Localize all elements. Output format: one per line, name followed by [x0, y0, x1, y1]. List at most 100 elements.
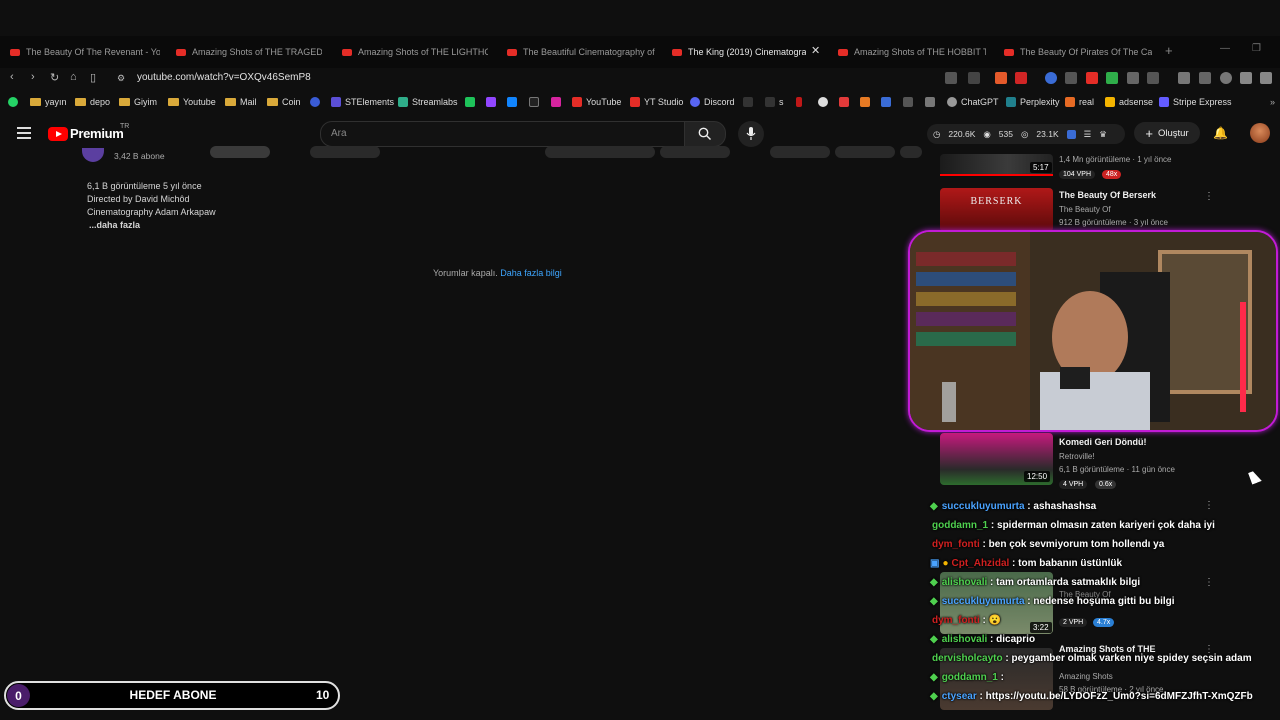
- tab-7[interactable]: The Beauty Of Pirates Of The Caribb: [1004, 42, 1152, 62]
- x-icon[interactable]: [529, 95, 539, 109]
- more-options-icon[interactable]: ⋮: [1204, 191, 1214, 202]
- download-button[interactable]: [770, 146, 830, 158]
- forward-icon[interactable]: ›: [31, 71, 35, 83]
- save-button[interactable]: [835, 146, 895, 158]
- bookmark-link[interactable]: [839, 95, 849, 109]
- bookmark-link[interactable]: s: [765, 95, 784, 109]
- bookmark-folder[interactable]: Mail: [225, 95, 257, 109]
- bookmark-link[interactable]: YT Studio: [630, 95, 683, 109]
- channel-name[interactable]: Amazing Shots: [1059, 672, 1113, 681]
- bookmark-link[interactable]: [903, 95, 913, 109]
- tab-1[interactable]: The Beauty Of The Revenant - YouTu: [10, 42, 160, 62]
- more-options-icon[interactable]: ⋮: [1204, 577, 1214, 588]
- user-avatar[interactable]: [1250, 123, 1270, 143]
- bookmark-folder[interactable]: Coin: [267, 95, 301, 109]
- search-button[interactable]: [684, 121, 726, 147]
- extension-icon[interactable]: [995, 72, 1007, 84]
- extension-icon[interactable]: [1240, 72, 1252, 84]
- vidiq-stats-bar[interactable]: ◷ 220.6K ◉ 535 ◎ 23.1K ☰ ♛: [927, 124, 1125, 144]
- subscribe-button[interactable]: [210, 146, 270, 158]
- reload-icon[interactable]: ↻: [50, 71, 59, 84]
- create-button[interactable]: + Oluştur: [1134, 122, 1200, 144]
- menu-icon[interactable]: [1260, 72, 1272, 84]
- channel-name[interactable]: Retroville!: [1059, 452, 1095, 461]
- notifications-bell-icon[interactable]: 🔔: [1213, 126, 1228, 140]
- extension-icon[interactable]: [1045, 72, 1057, 84]
- video-title[interactable]: Komedi Geri Döndü!: [1059, 437, 1147, 447]
- bookmark-link[interactable]: [486, 95, 496, 109]
- tab-2[interactable]: Amazing Shots of THE TRAGEDY OF: [176, 42, 322, 62]
- plus-icon: +: [1145, 125, 1153, 141]
- tiktok-icon[interactable]: [743, 95, 753, 109]
- new-tab-button[interactable]: +: [1165, 43, 1173, 58]
- bookmark-link[interactable]: real: [1065, 95, 1094, 109]
- menu-icon[interactable]: [17, 127, 31, 142]
- profile-icon[interactable]: [1220, 72, 1232, 84]
- instagram-icon[interactable]: [551, 95, 561, 109]
- media-icon[interactable]: [1178, 72, 1190, 84]
- bookmark-folder[interactable]: Giyim: [119, 95, 157, 109]
- puzzle-icon[interactable]: [1127, 72, 1139, 84]
- extension-icon[interactable]: [1106, 72, 1118, 84]
- bookmark-link[interactable]: [507, 95, 517, 109]
- bookmark-link[interactable]: Stripe Express: [1159, 95, 1232, 109]
- bookmark-link[interactable]: Discord: [690, 95, 735, 109]
- tab-3[interactable]: Amazing Shots of THE LIGHTHOUSE: [342, 42, 488, 62]
- extension-icon[interactable]: [1147, 72, 1159, 84]
- youtube-extension-icon[interactable]: [1086, 72, 1098, 84]
- channel-name[interactable]: The Beauty Of: [1059, 205, 1111, 214]
- show-more-link[interactable]: ...daha fazla: [89, 220, 140, 230]
- goal-label: HEDEF ABONE: [129, 688, 217, 702]
- minimize-icon[interactable]: —: [1220, 43, 1230, 54]
- tab-4[interactable]: The Beautiful Cinematography of Ou: [507, 42, 655, 62]
- bookmark-link[interactable]: Streamlabs: [398, 95, 458, 109]
- bookmark-link[interactable]: [796, 95, 802, 109]
- bookmark-link[interactable]: Perplexity: [1006, 95, 1060, 109]
- bookmark-link[interactable]: [465, 95, 475, 109]
- sidepanel-icon[interactable]: [1199, 72, 1211, 84]
- trophy-icon[interactable]: ♛: [1099, 129, 1107, 140]
- bookmark-link[interactable]: STElements: [331, 95, 394, 109]
- tab-5-active[interactable]: The King (2019) Cinematograph: [672, 42, 806, 62]
- channel-avatar[interactable]: [82, 148, 104, 162]
- extension-icon[interactable]: [1066, 129, 1076, 139]
- webcam-overlay: [908, 230, 1278, 432]
- bookmark-link[interactable]: [925, 95, 935, 109]
- more-bookmarks-icon[interactable]: »: [1270, 95, 1275, 109]
- bookmark-folder[interactable]: yayın: [30, 95, 67, 109]
- maximize-icon[interactable]: ❐: [1252, 43, 1261, 54]
- share-icon[interactable]: [968, 72, 980, 84]
- extension-icon[interactable]: [1015, 72, 1027, 84]
- search-input[interactable]: [320, 121, 686, 147]
- bookmark-link[interactable]: ChatGPT: [947, 95, 999, 109]
- bookmark-link[interactable]: [860, 95, 870, 109]
- address-bar[interactable]: youtube.com/watch?v=OXQv46SemP8: [137, 72, 311, 83]
- whatsapp-icon[interactable]: [8, 95, 18, 109]
- youtube-logo-icon[interactable]: [48, 127, 68, 141]
- back-icon[interactable]: ‹: [10, 71, 14, 83]
- home-icon[interactable]: ⌂: [70, 71, 77, 83]
- bookmark-link[interactable]: adsense: [1105, 95, 1153, 109]
- close-tab-icon[interactable]: ✕: [811, 44, 820, 57]
- bookmark-link[interactable]: [310, 95, 320, 109]
- site-info-icon[interactable]: ⚙: [117, 73, 125, 84]
- voice-search-button[interactable]: [738, 121, 764, 147]
- learn-more-link[interactable]: Daha fazla bilgi: [500, 268, 562, 278]
- bookmark-folder[interactable]: Youtube: [168, 95, 216, 109]
- more-actions-button[interactable]: [900, 146, 922, 158]
- video-thumbnail[interactable]: BERSERK: [940, 188, 1053, 232]
- like-button[interactable]: [545, 146, 655, 158]
- join-button[interactable]: [310, 146, 380, 158]
- list-icon[interactable]: ☰: [1084, 129, 1092, 140]
- video-title[interactable]: The Beauty Of Berserk: [1059, 190, 1156, 200]
- extension-icon[interactable]: [1065, 72, 1077, 84]
- tab-6[interactable]: Amazing Shots of THE HOBBIT TRILO: [838, 42, 986, 62]
- bookmark-link[interactable]: YouTube: [572, 95, 621, 109]
- bookmark-link[interactable]: [818, 95, 828, 109]
- bookmark-icon[interactable]: ▯: [90, 71, 96, 84]
- share-button[interactable]: [660, 146, 730, 158]
- more-options-icon[interactable]: ⋮: [1204, 500, 1214, 511]
- extension-icon[interactable]: [945, 72, 957, 84]
- bookmark-link[interactable]: [881, 95, 891, 109]
- bookmark-folder[interactable]: depo: [75, 95, 110, 109]
